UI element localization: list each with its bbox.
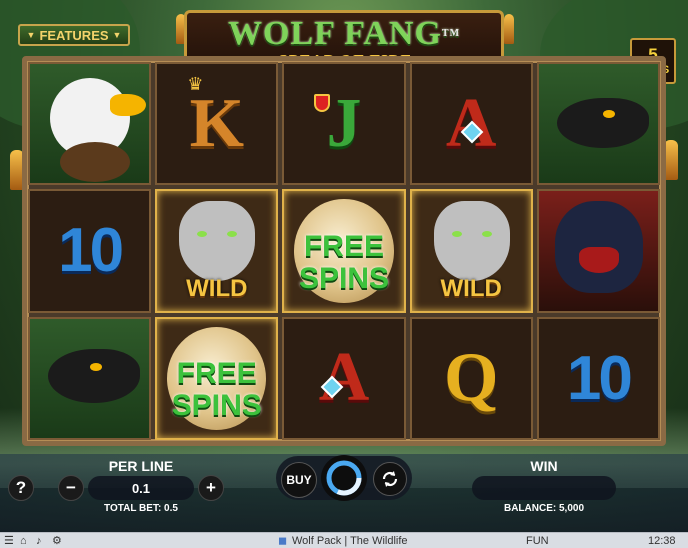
buy-feature-button[interactable]: BUY: [281, 462, 317, 498]
chevron-down-icon: ▼: [26, 30, 36, 40]
wild-label: WILD: [186, 274, 248, 302]
reel-cell-q: Q: [409, 316, 533, 440]
system-taskbar: ☰ ⌂ ♪ ⚙ ◼ Wolf Pack | The Wildlife FUN 1…: [0, 532, 688, 548]
torch-logo-right-icon: [504, 14, 514, 44]
reel-cell-gorilla: [536, 189, 660, 313]
menu-icon[interactable]: ☰: [4, 534, 14, 548]
window-title[interactable]: Wolf Pack | The Wildlife: [292, 534, 408, 548]
free-label-line1: FREE: [176, 357, 257, 391]
settings-icon[interactable]: ⚙: [52, 534, 62, 548]
clock: 12:38: [648, 535, 676, 547]
mode-indicator: FUN: [526, 535, 549, 547]
eagle-body-icon: [60, 142, 130, 182]
reel-cell-k: ♛ K: [155, 62, 279, 186]
eagle-beak-icon: [110, 94, 146, 116]
game-title: WOLF FANGTM: [228, 17, 460, 51]
symbol-a: A: [318, 339, 370, 417]
symbol-ten: 10: [58, 216, 124, 286]
spin-ring-icon: [326, 460, 362, 496]
balance: BALANCE: 5,000: [503, 503, 585, 514]
wild-label: WILD: [440, 274, 502, 302]
increase-bet-button[interactable]: +: [198, 475, 224, 501]
game-title-text: WOLF FANG: [227, 15, 442, 52]
features-label: FEATURES: [39, 27, 109, 43]
reel-cell-free-spins: FREE SPINS: [155, 316, 279, 440]
reel-cell-ten: 10: [28, 189, 152, 313]
reel-cell-eagle: [28, 62, 152, 186]
reel-cell-snake: [28, 316, 152, 440]
window-app-icon: ◼: [278, 535, 288, 547]
win-value: [472, 476, 616, 500]
snake-icon: [48, 348, 140, 403]
free-label-line1: FREE: [303, 229, 384, 263]
symbol-k: K: [189, 84, 245, 162]
free-label-line2: SPINS: [298, 261, 389, 295]
chevron-down-icon: ▼: [112, 30, 122, 40]
torch-right-icon: [664, 140, 678, 180]
trademark-mark: TM: [441, 28, 461, 39]
autoplay-button[interactable]: [373, 462, 407, 496]
reel-cell-wolf-wild: WILD: [155, 189, 279, 313]
reel-cell-snake: [536, 62, 660, 186]
reel-cell-a: A: [282, 316, 406, 440]
features-button[interactable]: ▼ FEATURES ▼: [18, 24, 130, 46]
symbol-j: J: [326, 84, 362, 162]
symbol-q: Q: [443, 339, 499, 417]
total-bet: TOTAL BET: 0.5: [104, 503, 178, 514]
snake-eye-icon: [90, 362, 102, 371]
help-button[interactable]: ?: [8, 475, 34, 501]
home-icon[interactable]: ⌂: [20, 534, 27, 548]
sound-icon[interactable]: ♪: [36, 534, 42, 548]
per-line-value: 0.1: [88, 476, 194, 500]
reel-cell-ten: 10: [536, 316, 660, 440]
snake-icon: [556, 98, 649, 148]
symbol-ten: 10: [566, 343, 633, 413]
wolf-icon: [179, 201, 256, 282]
reel-cell-j: J: [282, 62, 406, 186]
reel-cell-a: A: [409, 62, 533, 186]
snake-eye-icon: [602, 110, 615, 118]
win-label: WIN: [530, 458, 558, 474]
reels-grid: ♛ K J A 10 WILD FREE SPINS WILD: [28, 62, 660, 440]
crown-icon: ♛: [187, 74, 204, 95]
free-label-line2: SPINS: [171, 389, 262, 423]
reel-cell-free-spins: FREE SPINS: [282, 189, 406, 313]
free-spins-text: FREE SPINS: [172, 358, 262, 422]
autoplay-icon: [382, 471, 398, 487]
reel-cell-wolf-wild: WILD: [409, 189, 533, 313]
wolf-icon: [433, 201, 510, 282]
per-line-label: PER LINE: [108, 458, 174, 474]
spin-button[interactable]: [321, 455, 367, 501]
free-spins-text: FREE SPINS: [298, 229, 389, 295]
shield-icon: [314, 94, 331, 112]
decrease-bet-button[interactable]: −: [58, 475, 84, 501]
